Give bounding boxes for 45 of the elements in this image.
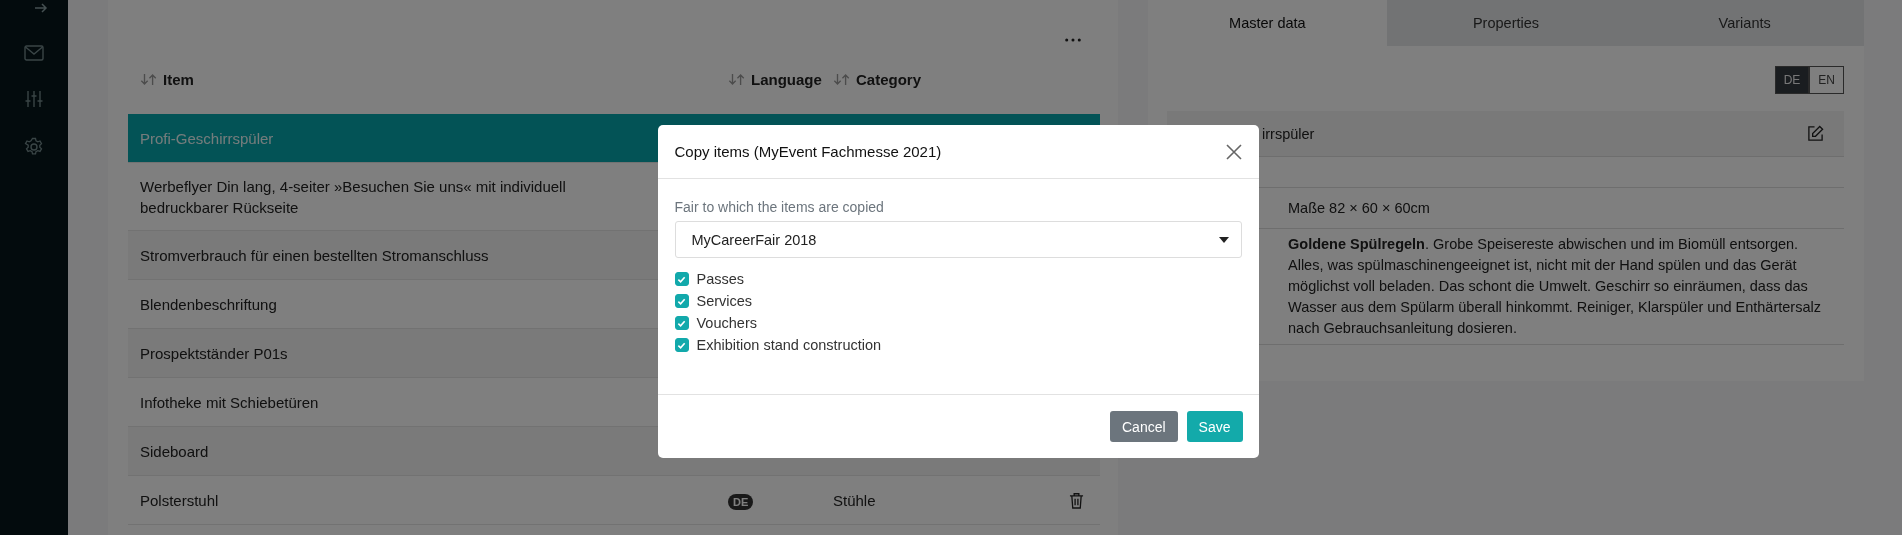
delete-icon[interactable] (1069, 491, 1084, 509)
cancel-button[interactable]: Cancel (1110, 411, 1178, 442)
property-value: Goldene Spülregeln. Grobe Speisereste abwischen und im Biomüll entsorgen. Alles, was spülmaschinengeeignet ist, nicht mit der Hand spülen und das Gerät möglichst voll beladen. Das schont die Umwelt. Geschirr so einräumen, dass das Wasser aus dem Spülarm überall hinkommt. Reiniger, Klarspüler und Enthärtersalz nach Gebrauchsanleitung dosieren. (1288, 235, 1822, 338)
close-icon[interactable] (1225, 143, 1242, 160)
property-value: Maße 82 × 60 × 60cm (1288, 198, 1431, 218)
tab[interactable]: Master data (1148, 0, 1387, 46)
settings-icon[interactable] (24, 137, 44, 157)
category-name: Stühle (833, 491, 876, 509)
checkbox[interactable] (674, 294, 689, 308)
tab[interactable]: Variants (1625, 0, 1864, 46)
item-name: Sideboard (139, 441, 210, 462)
checkbox-label: Exhibition stand construction (696, 337, 882, 353)
sliders-icon[interactable] (24, 90, 44, 108)
field-label: Fair to which the items are copied (674, 199, 885, 215)
checkbox[interactable] (674, 272, 689, 286)
tab[interactable]: Properties (1386, 0, 1626, 46)
caret-icon (1218, 236, 1229, 243)
checkbox-label: Services (696, 293, 753, 309)
sort-icon (728, 72, 746, 86)
edit-icon[interactable] (1807, 125, 1824, 142)
fair-select[interactable]: MyCareerFair 2018 (674, 221, 1242, 258)
save-button[interactable]: Save (1186, 411, 1243, 442)
dialog-title: Copy items (MyEvent Fachmesse 2021) (674, 143, 942, 160)
item-name: Prospektständer P01s (139, 343, 289, 364)
item-title: irrspüler (1262, 125, 1315, 142)
sort-icon (140, 72, 158, 86)
item-name: Profi-Geschirrspüler (139, 128, 275, 149)
item-name: Polsterstuhl (139, 490, 220, 511)
column-header[interactable]: Category (833, 70, 1053, 88)
item-name: Werbeflyer Din lang, 4-seiter »Besuchen Sie uns« mit individuell bedruckbarer Rückseite (139, 176, 567, 218)
mail-icon[interactable] (24, 45, 44, 61)
item-name: Blendenbeschriftung (139, 294, 278, 315)
table-row[interactable]: Polsterstuhl DE Stühle (128, 476, 1100, 525)
column-header[interactable]: Item (128, 70, 728, 88)
language-toggle[interactable]: DE (1774, 66, 1810, 94)
language-badge: DE (728, 493, 754, 510)
language-toggle[interactable]: EN (1809, 66, 1844, 94)
checkbox-label: Vouchers (696, 315, 757, 331)
checkbox[interactable] (674, 338, 689, 352)
item-name: Infotheke mit Schiebetüren (139, 392, 320, 413)
checkbox[interactable] (674, 316, 689, 330)
more-icon[interactable] (1064, 38, 1082, 42)
column-header[interactable]: Language (728, 70, 833, 88)
sort-icon (833, 72, 851, 86)
item-name: Stromverbrauch für einen bestellten Stromanschluss (139, 245, 490, 266)
